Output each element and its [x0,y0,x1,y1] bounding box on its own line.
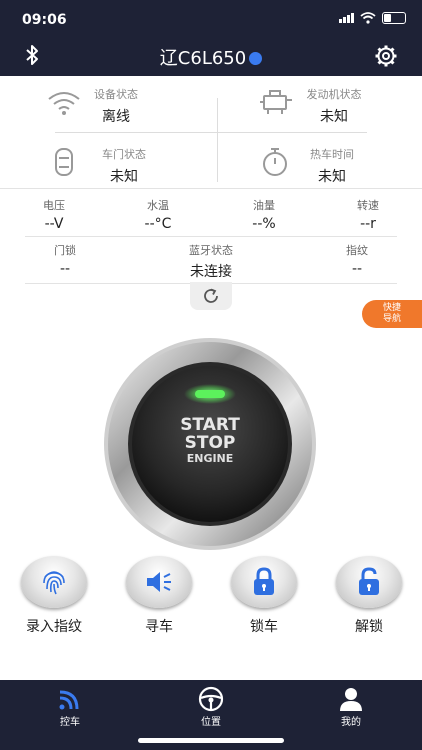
unlock-car-button[interactable]: 解锁 [329,556,409,636]
unlock-car-label: 解锁 [355,619,383,635]
door-lock-label: 门锁 [54,244,76,257]
door-lock-metric: 门锁 -- [35,242,95,277]
signal-waves-icon [59,690,79,710]
metric-label: 油量 [253,199,275,212]
refresh-button[interactable] [190,282,232,310]
metric-value: --% [252,216,276,232]
refresh-icon [204,288,218,303]
find-car-circle[interactable] [126,556,192,608]
enroll-fingerprint-circle[interactable] [21,556,87,608]
unlock-car-circle[interactable] [336,556,402,608]
tab-mine-label: 我的 [341,717,361,728]
water-temp-metric: 水温 --°C [128,197,188,232]
engine-status-cell: 发动机状态 未知 [298,86,370,126]
find-car-label: 寻车 [145,619,173,635]
engine-led-indicator [195,390,225,398]
settings-gear-icon[interactable] [374,44,398,72]
top-bar: 09:06 辽C6L650 [0,0,422,76]
lock-icon [254,567,274,595]
plate-number: 辽C6L650 [159,48,247,69]
info-divider-horizontal [55,132,367,133]
fingerprint-icon [43,571,65,595]
device-status-value: 离线 [102,109,130,125]
door-status-label: 车门状态 [102,148,146,161]
verified-badge-icon [249,51,263,65]
status-time: 09:06 [22,12,67,28]
tab-location[interactable]: 位置 [181,680,241,728]
person-icon [340,688,362,711]
wifi-icon [48,92,80,115]
quick-nav-line1: 快捷 [382,303,401,313]
find-car-button[interactable]: 寻车 [119,556,199,636]
voltage-metric: 电压 --V [24,197,84,232]
quick-nav-line2: 导航 [382,314,401,324]
metric-label: 水温 [147,199,169,212]
engine-icon [260,90,292,114]
bluetooth-value: 未连接 [190,264,232,280]
bluetooth-metric: 蓝牙状态 未连接 [173,242,249,281]
bluetooth-status-row: 门锁 -- 蓝牙状态 未连接 指纹 -- [25,236,397,284]
door-status-value: 未知 [110,169,138,185]
warmup-time-value: 未知 [318,169,346,185]
battery-icon [382,12,406,24]
lock-car-circle[interactable] [231,556,297,608]
metric-label: 转速 [357,199,379,212]
door-status-cell: 车门状态 未知 [94,146,154,186]
tab-control-label: 控车 [60,717,80,728]
metric-value: --r [360,216,376,232]
unlock-icon [359,567,379,595]
quick-nav-button[interactable]: 快捷 导航 [362,300,422,328]
rpm-metric: 转速 --r [338,197,398,232]
lock-car-label: 锁车 [250,619,278,635]
engine-stop-label: STOP [185,433,236,453]
metric-value: --V [44,216,64,232]
speaker-icon [147,572,171,592]
fuel-metric: 油量 --% [234,197,294,232]
wifi-status-icon [360,12,376,24]
cellular-signal-icon [339,13,354,23]
warmup-time-cell: 热车时间 未知 [302,146,362,186]
door-lock-value: -- [59,261,71,277]
timer-icon [263,148,287,176]
metrics-row: 电压 --V 水温 --°C 油量 --% 转速 --r [0,188,422,233]
steering-wheel-icon [198,686,224,712]
engine-status-label: 发动机状态 [306,88,362,101]
bluetooth-label: 蓝牙状态 [189,244,233,257]
tab-control[interactable]: 控车 [40,680,100,728]
warmup-time-label: 热车时间 [310,148,354,161]
fingerprint-label: 指纹 [346,244,368,257]
engine-start-label: START [180,415,240,435]
device-status-cell: 设备状态 离线 [86,86,146,126]
engine-engine-label: ENGINE [187,452,234,465]
home-indicator [138,738,284,743]
metric-label: 电压 [43,199,65,212]
enroll-fingerprint-button[interactable]: 录入指纹 [14,556,94,636]
status-icons [339,12,406,24]
metric-value: --°C [144,216,172,232]
engine-start-stop-button[interactable]: START STOP ENGINE [103,337,317,551]
car-door-icon [55,148,73,176]
device-status-label: 设备状态 [94,88,138,101]
engine-status-value: 未知 [320,109,348,125]
tab-mine[interactable]: 我的 [321,680,381,728]
info-divider-vertical [217,98,218,182]
fingerprint-value: -- [351,261,363,277]
lock-car-button[interactable]: 锁车 [224,556,304,636]
enroll-fingerprint-label: 录入指纹 [26,619,82,635]
tab-location-label: 位置 [201,717,221,728]
fingerprint-metric: 指纹 -- [327,242,387,277]
action-buttons: 录入指纹 寻车 锁车 解锁 [0,556,422,636]
vehicle-title: 辽C6L650 [0,44,422,70]
